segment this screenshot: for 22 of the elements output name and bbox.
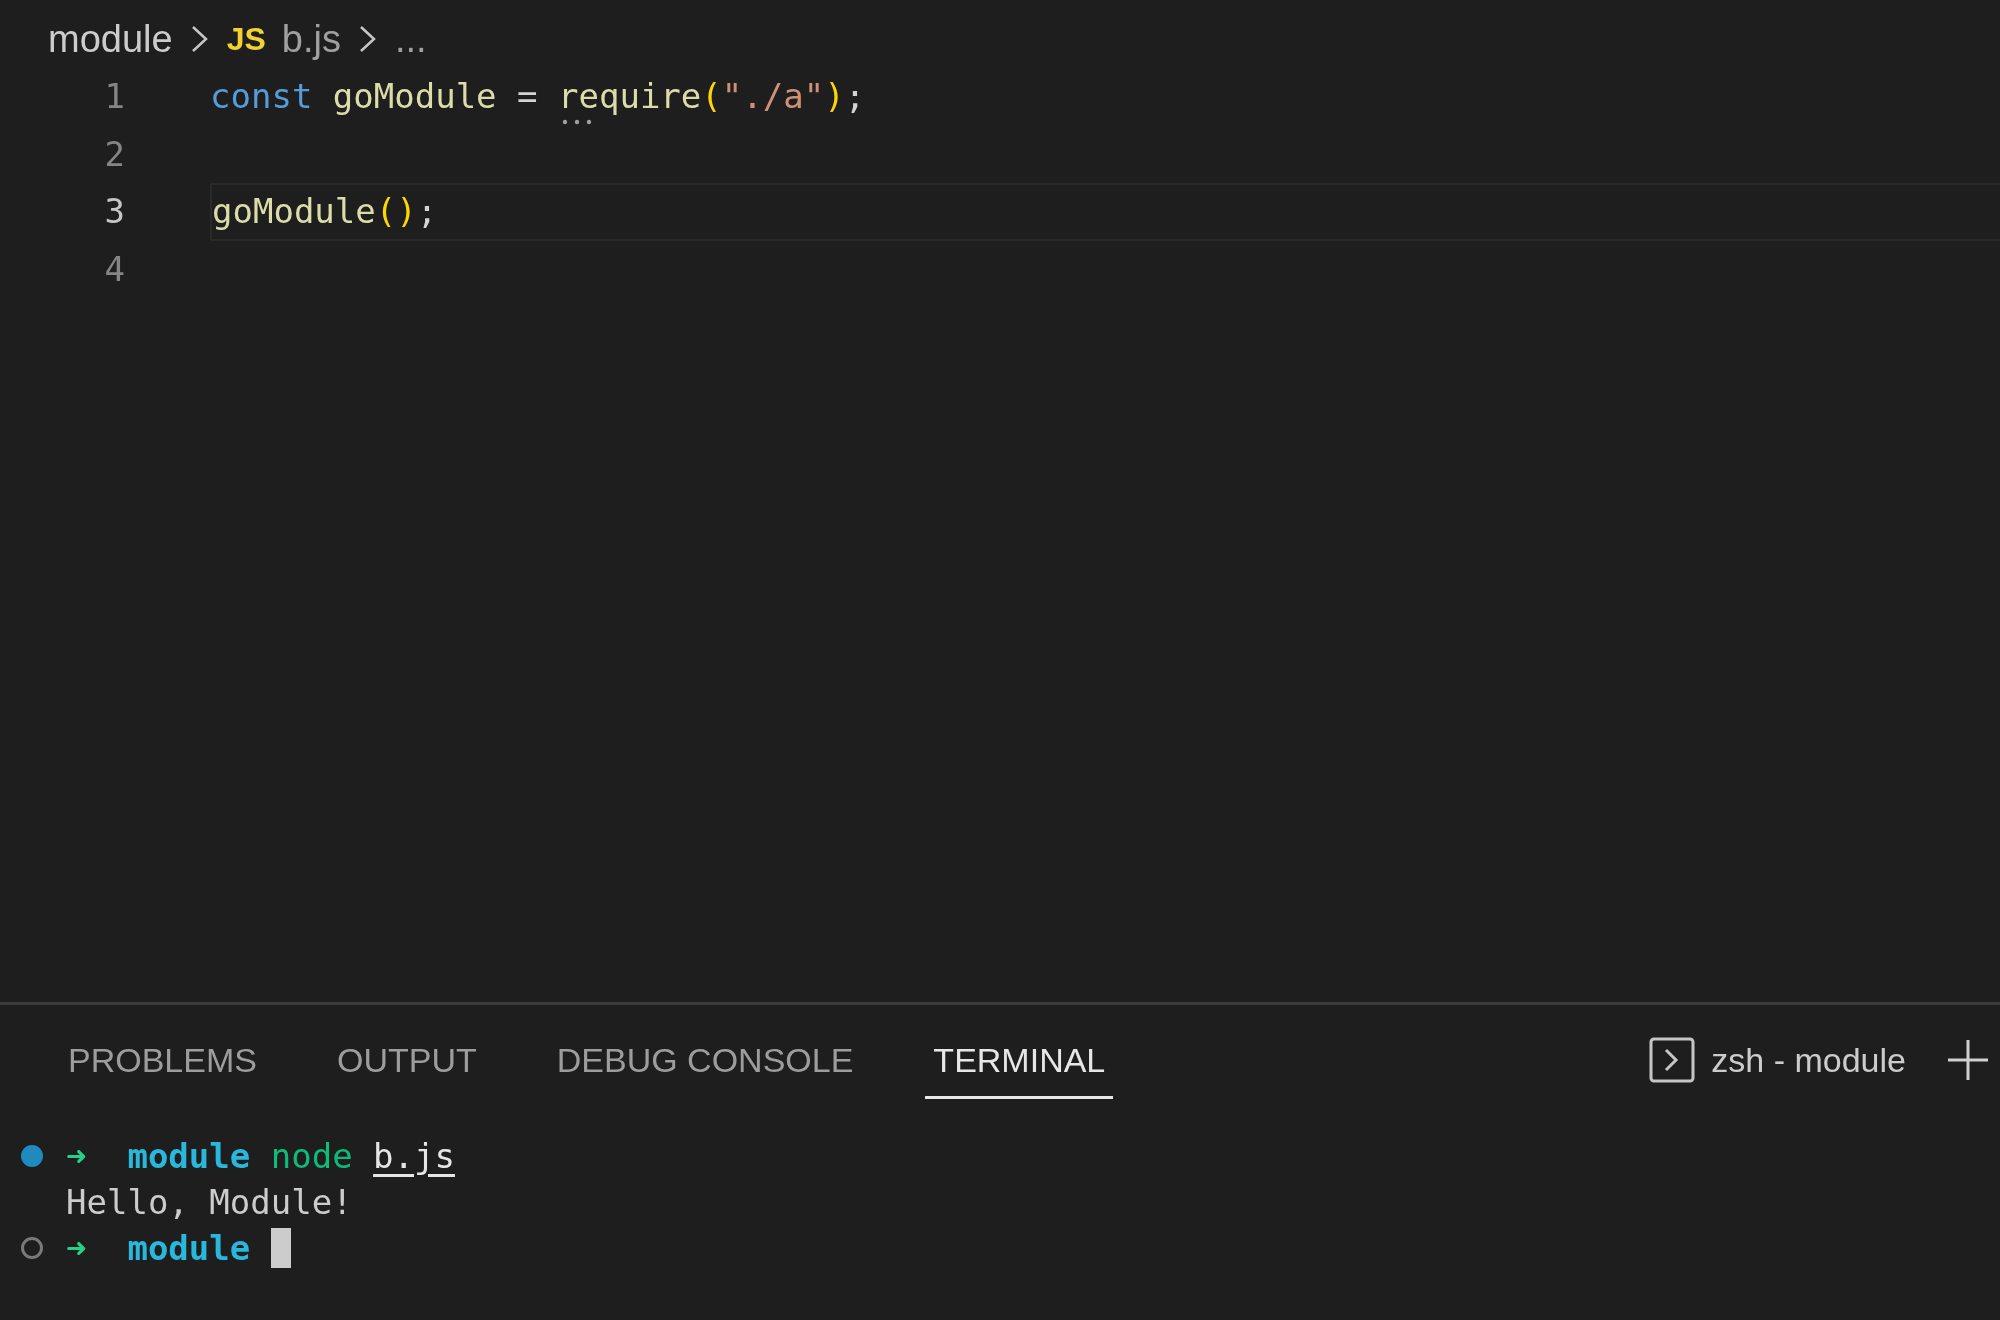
terminal-line: ➜ module [66, 1226, 251, 1270]
terminal-icon[interactable] [1649, 1037, 1696, 1083]
panel-tab[interactable]: TERMINAL [925, 1021, 1114, 1099]
status-dot-icon [18, 1142, 46, 1170]
terminal-line: ➜ module node b.js [66, 1134, 455, 1178]
js-file-icon: JS [226, 15, 266, 63]
line-number: 4 [103, 247, 125, 291]
code-text: const goModule = require("./a"); [210, 78, 866, 116]
add-icon[interactable] [1946, 1038, 1990, 1082]
breadcrumb-item[interactable]: ... [394, 10, 427, 68]
line-number: 1 [103, 75, 125, 119]
line-number: 2 [103, 132, 125, 176]
status-circle-icon [18, 1234, 46, 1262]
breadcrumb-item[interactable]: b.js [281, 10, 341, 68]
terminal-line: Hello, Module! [66, 1180, 353, 1224]
panel-tab[interactable]: PROBLEMS [60, 1021, 265, 1099]
terminal-name[interactable]: zsh - module [1711, 1034, 1906, 1086]
panel-tab[interactable]: OUTPUT [328, 1021, 485, 1099]
code-text: goModule(); [212, 193, 438, 231]
breadcrumb-item[interactable]: module [48, 10, 173, 68]
panel-tab[interactable]: DEBUG CONSOLE [548, 1021, 862, 1099]
line-number: 3 [103, 190, 125, 234]
